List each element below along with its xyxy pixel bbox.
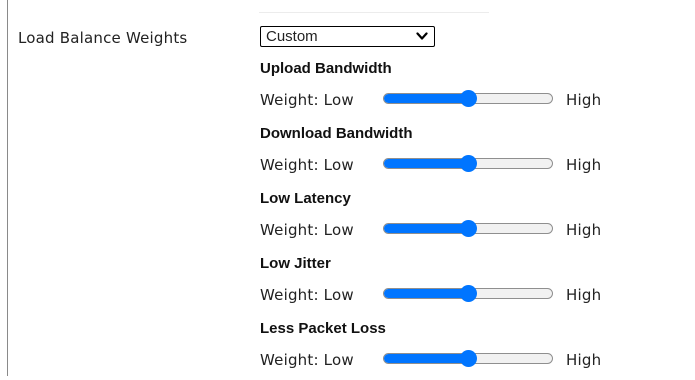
weights-mode-select-value: Custom bbox=[266, 28, 318, 45]
low-latency-slider[interactable] bbox=[383, 220, 555, 238]
slider-thumb[interactable] bbox=[460, 90, 477, 107]
weight-high-label: High bbox=[566, 91, 602, 109]
weight-low-label: Weight: Low bbox=[260, 286, 354, 304]
slider-fill bbox=[384, 224, 469, 233]
left-border bbox=[7, 0, 8, 376]
weight-high-label: High bbox=[566, 351, 602, 369]
weight-high-label: High bbox=[566, 156, 602, 174]
slider-thumb[interactable] bbox=[460, 285, 477, 302]
low-latency-title: Low Latency bbox=[260, 190, 351, 207]
weights-mode-select[interactable]: Custom bbox=[260, 26, 435, 47]
slider-thumb[interactable] bbox=[460, 350, 477, 367]
upload-bandwidth-title: Upload Bandwidth bbox=[260, 60, 392, 77]
weight-low-label: Weight: Low bbox=[260, 221, 354, 239]
low-jitter-section: Low Jitter Weight: Low High bbox=[260, 255, 620, 315]
weight-low-label: Weight: Low bbox=[260, 351, 354, 369]
slider-thumb[interactable] bbox=[460, 155, 477, 172]
low-jitter-slider[interactable] bbox=[383, 285, 555, 303]
download-bandwidth-section: Download Bandwidth Weight: Low High bbox=[260, 125, 620, 185]
download-bandwidth-slider[interactable] bbox=[383, 155, 555, 173]
weight-low-label: Weight: Low bbox=[260, 91, 354, 109]
download-bandwidth-title: Download Bandwidth bbox=[260, 125, 413, 142]
slider-fill bbox=[384, 94, 469, 103]
low-jitter-title: Low Jitter bbox=[260, 255, 331, 272]
slider-fill bbox=[384, 159, 469, 168]
weight-low-label: Weight: Low bbox=[260, 156, 354, 174]
upload-bandwidth-section: Upload Bandwidth Weight: Low High bbox=[260, 60, 620, 120]
upload-bandwidth-slider[interactable] bbox=[383, 90, 555, 108]
slider-thumb[interactable] bbox=[460, 220, 477, 237]
slider-fill bbox=[384, 289, 469, 298]
less-packet-loss-section: Less Packet Loss Weight: Low High bbox=[260, 320, 620, 380]
less-packet-loss-title: Less Packet Loss bbox=[260, 320, 386, 337]
slider-fill bbox=[384, 354, 469, 363]
weight-high-label: High bbox=[566, 221, 602, 239]
weight-high-label: High bbox=[566, 286, 602, 304]
low-latency-section: Low Latency Weight: Low High bbox=[260, 190, 620, 250]
chevron-down-icon bbox=[416, 32, 428, 40]
less-packet-loss-slider[interactable] bbox=[383, 350, 555, 368]
load-balance-weights-label: Load Balance Weights bbox=[18, 29, 188, 47]
top-divider bbox=[259, 12, 489, 13]
